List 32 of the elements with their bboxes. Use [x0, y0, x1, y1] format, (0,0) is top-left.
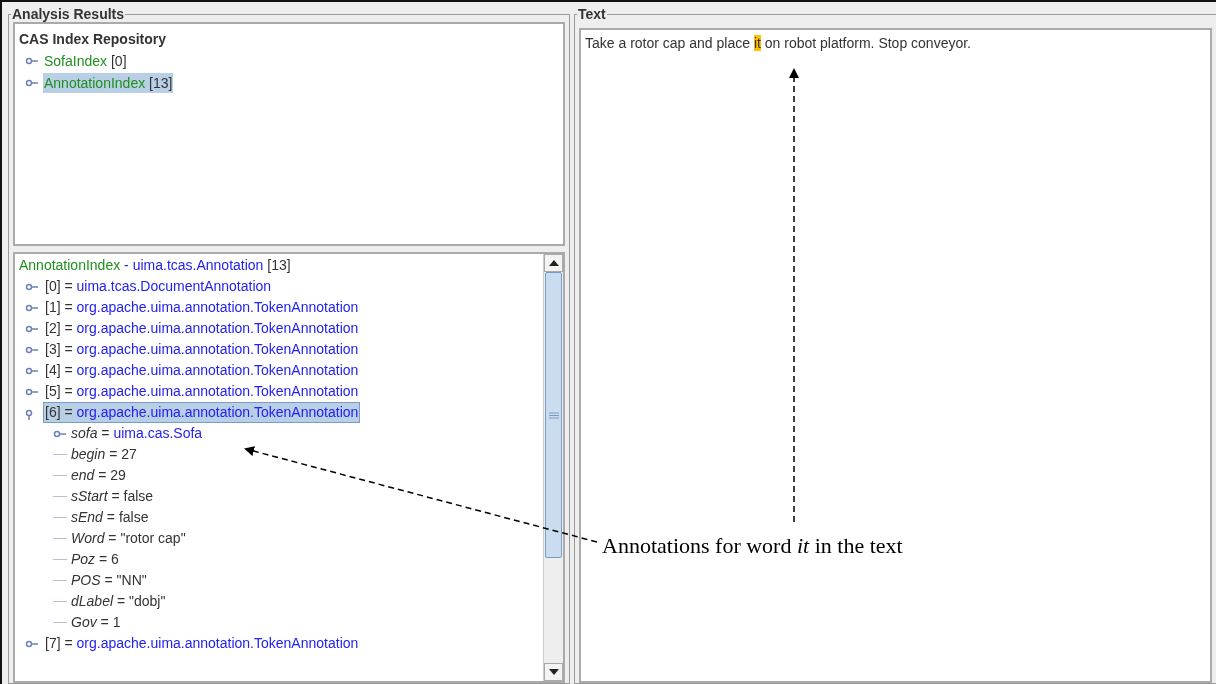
grip-icon	[548, 411, 559, 419]
tree-item[interactable]: SofaIndex [0]	[43, 51, 128, 71]
feature-item[interactable]: end = 29	[71, 466, 126, 485]
tree-item[interactable]: [3] = org.apache.uima.annotation.TokenAnnotation	[43, 339, 361, 360]
tree-item[interactable]: [7] = org.apache.uima.annotation.TokenAnnotation	[43, 633, 361, 654]
panel-title: Analysis Results	[11, 6, 126, 22]
up-arrow-icon	[548, 260, 559, 266]
document-text: Take a rotor cap and place it on robot platform. Stop conveyor.	[585, 35, 971, 51]
feature-item[interactable]: Gov = 1	[71, 613, 121, 632]
down-arrow-icon	[548, 669, 559, 675]
tree-item[interactable]: [0] = uima.tcas.DocumentAnnotation	[43, 276, 274, 297]
panel-title: Text	[577, 6, 607, 22]
scroll-down-button[interactable]	[544, 663, 563, 681]
feature-item[interactable]: Word = "rotor cap"	[71, 529, 186, 548]
feature-item[interactable]: sofa = uima.cas.Sofa	[71, 424, 203, 443]
vertical-scrollbar[interactable]	[543, 254, 563, 681]
scroll-up-button[interactable]	[544, 254, 563, 272]
tree-item[interactable]: [1] = org.apache.uima.annotation.TokenAnnotation	[43, 297, 361, 318]
feature-item[interactable]: begin = 27	[71, 445, 137, 464]
tree-header: AnnotationIndex - uima.tcas.Annotation [13]	[19, 256, 292, 275]
scroll-thumb[interactable]	[545, 272, 562, 558]
feature-item[interactable]: sStart = false	[71, 487, 154, 506]
feature-item[interactable]: Poz = 6	[71, 550, 119, 569]
feature-item[interactable]: POS = "NN"	[71, 571, 147, 590]
feature-item[interactable]: dLabel = "dobj"	[71, 592, 166, 611]
repository-title: CAS Index Repository	[19, 30, 168, 49]
tree-item[interactable]: [4] = org.apache.uima.annotation.TokenAnnotation	[43, 360, 361, 381]
tree-item[interactable]: [2] = org.apache.uima.annotation.TokenAnnotation	[43, 318, 361, 339]
feature-item[interactable]: sEnd = false	[71, 508, 149, 527]
tree-item[interactable]: AnnotationIndex [13]	[43, 73, 174, 93]
tree-item[interactable]: [5] = org.apache.uima.annotation.TokenAnnotation	[43, 381, 361, 402]
tree-item[interactable]: [6] = org.apache.uima.annotation.TokenAnnotation	[43, 402, 361, 423]
